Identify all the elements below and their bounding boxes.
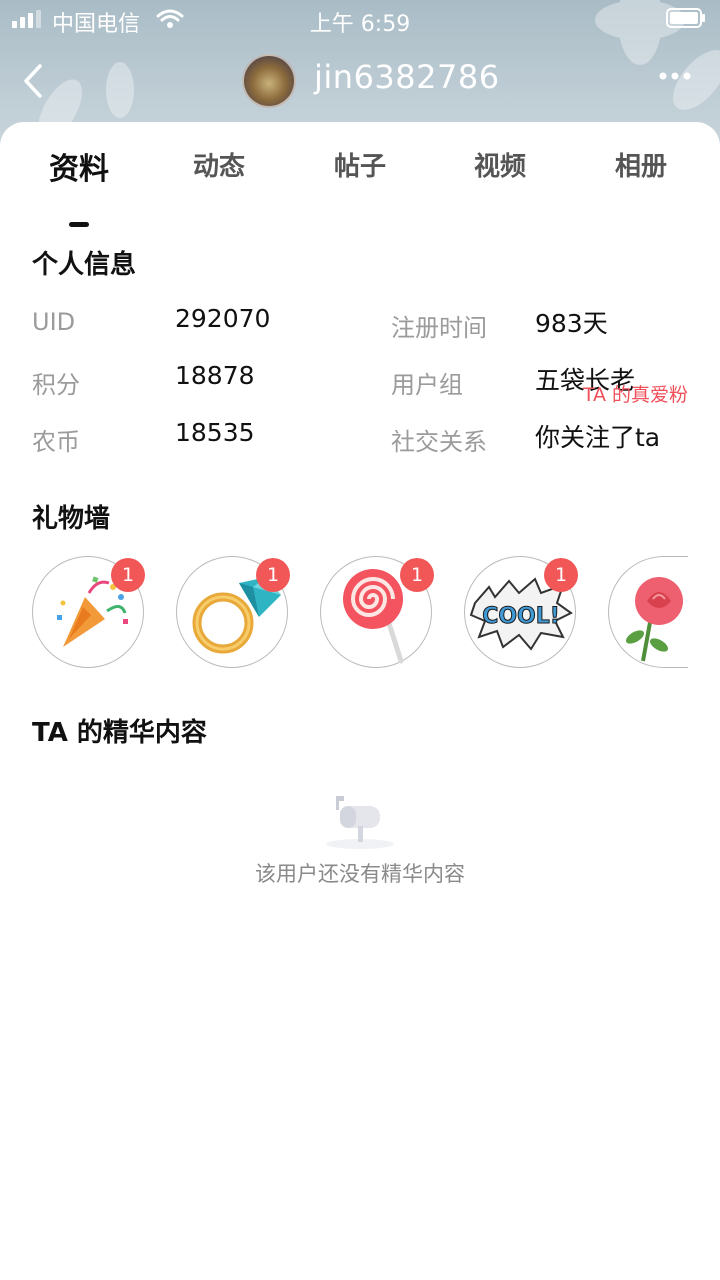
coins-value: 18535 <box>175 418 255 447</box>
register-time-label: 注册时间 <box>391 314 487 342</box>
tab-album[interactable]: 相册 <box>571 146 711 183</box>
profile-nav-bar: jin6382786 <box>0 50 720 110</box>
profile-tabs: 资料 动态 帖子 视频 相册 <box>0 144 720 227</box>
svg-text:COOL!: COOL! <box>482 604 560 629</box>
active-tab-indicator <box>69 222 89 227</box>
points-value: 18878 <box>175 361 255 390</box>
username-title: jin6382786 <box>314 58 500 96</box>
battery-icon <box>666 8 705 28</box>
points-label: 积分 <box>32 371 80 399</box>
status-time: 上午 6:59 <box>309 12 411 37</box>
user-group-label: 用户组 <box>391 371 463 399</box>
social-relation-label: 社交关系 <box>391 428 487 456</box>
true-fans-link[interactable]: TA 的真爱粉 <box>583 380 688 407</box>
tab-videos[interactable]: 视频 <box>430 146 570 183</box>
back-arrow-icon[interactable] <box>20 62 46 100</box>
rose-icon <box>625 577 683 662</box>
coins-label: 农币 <box>32 428 80 456</box>
gift-count-badge: 1 <box>256 558 290 592</box>
uid-value: 292070 <box>175 304 271 333</box>
gift-wall-title: 礼物墙 <box>32 504 111 534</box>
empty-featured-message: 该用户还没有精华内容 <box>255 862 465 886</box>
social-relation-value: 你关注了ta <box>535 423 661 452</box>
profile-content-sheet: 资料 动态 帖子 视频 相册 个人信息 UID 292070 注册时间 983天… <box>0 122 720 1280</box>
gift-count-badge: 1 <box>111 558 145 592</box>
tab-activity[interactable]: 动态 <box>149 146 289 183</box>
personal-info-title: 个人信息 <box>32 250 137 280</box>
gift-count-badge: 1 <box>400 558 434 592</box>
featured-content-title: TA 的精华内容 <box>32 718 207 748</box>
tab-profile[interactable]: 资料 <box>9 144 149 188</box>
gift-count-badge: 1 <box>544 558 578 592</box>
empty-mailbox-icon <box>326 796 394 849</box>
register-time-value: 983天 <box>535 309 608 338</box>
avatar[interactable] <box>242 54 296 108</box>
status-bar: 中国电信 上午 6:59 <box>0 0 720 40</box>
uid-label: UID <box>32 308 76 336</box>
tab-posts[interactable]: 帖子 <box>290 146 430 183</box>
gift-item[interactable] <box>608 556 688 668</box>
more-options-icon[interactable] <box>658 70 692 82</box>
